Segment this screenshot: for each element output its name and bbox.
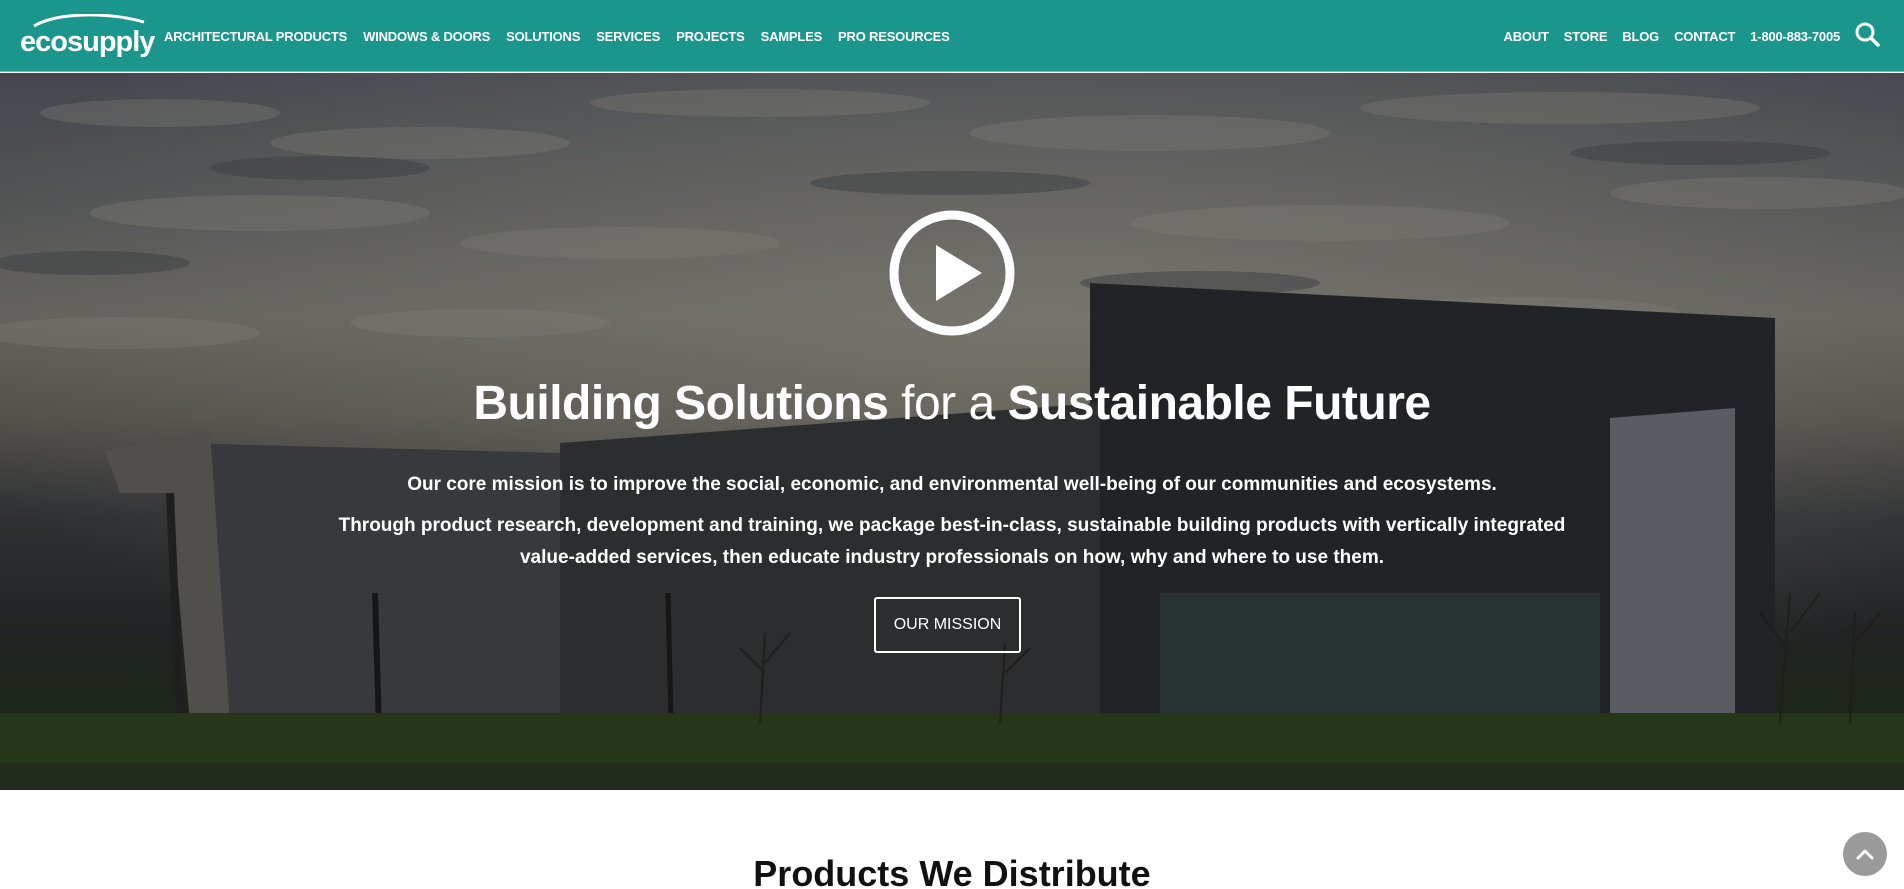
nav-solutions[interactable]: Solutions	[506, 29, 580, 44]
ecosupply-logo[interactable]: ecosupply	[18, 14, 155, 58]
hero-title-building-solutions: Building Solutions	[473, 377, 889, 430]
scroll-to-top-button[interactable]	[1843, 832, 1887, 876]
nav-architectural-products[interactable]: Architectural Products	[164, 29, 347, 44]
hero-title: Building Solutions for a Sustainable Fut…	[0, 375, 1904, 433]
secondary-nav: About Store Blog Contact 1-800-883-7005	[1489, 0, 1841, 72]
nav-contact[interactable]: Contact	[1674, 29, 1735, 44]
products-section-title: Products We Distribute	[753, 853, 1151, 889]
nav-blog[interactable]: Blog	[1622, 29, 1659, 44]
hero-description-text: Through product research, development an…	[338, 515, 1566, 568]
primary-nav: Architectural Products Windows & Doors S…	[164, 0, 966, 72]
chevron-up-icon	[1856, 849, 1874, 860]
nav-pro-resources[interactable]: Pro Resources	[838, 29, 950, 44]
site-header: ecosupply Architectural Products Windows…	[0, 0, 1904, 72]
logo-text: ecosupply	[20, 26, 155, 58]
our-mission-button[interactable]: OUR MISSION	[874, 597, 1021, 653]
hero-section: Building Solutions for a Sustainable Fut…	[0, 73, 1904, 790]
nav-services[interactable]: Services	[596, 29, 660, 44]
nav-phone-link[interactable]: 1-800-883-7005	[1750, 29, 1840, 44]
hero-mission-text: Our core mission is to improve the socia…	[407, 474, 1497, 495]
nav-windows-doors[interactable]: Windows & Doors	[363, 29, 490, 44]
nav-store[interactable]: Store	[1564, 29, 1608, 44]
hero-title-sustainable-future: Sustainable Future	[1007, 377, 1432, 430]
nav-samples[interactable]: Samples	[761, 29, 823, 44]
hero-title-connector: for a	[888, 377, 1008, 430]
search-icon[interactable]	[1854, 21, 1880, 47]
nav-about[interactable]: About	[1504, 29, 1549, 44]
play-icon[interactable]	[888, 209, 1016, 337]
nav-projects[interactable]: Projects	[676, 29, 745, 44]
